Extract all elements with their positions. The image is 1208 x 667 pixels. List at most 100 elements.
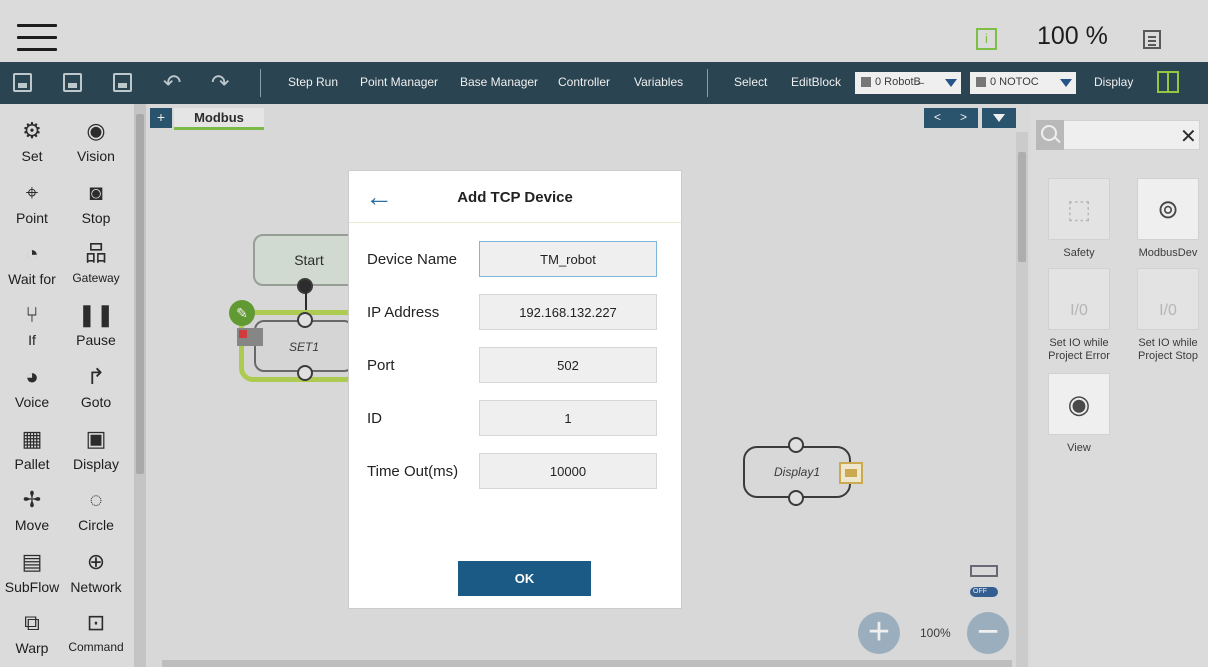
select-button[interactable]: Select — [734, 75, 767, 89]
palette-item-label: If — [28, 332, 36, 348]
back-arrow-icon[interactable]: ← — [365, 181, 393, 213]
palette-item-move[interactable]: ✢ Move — [0, 485, 64, 533]
tab-modbus[interactable]: Modbus — [174, 108, 264, 130]
io-error-icon: I/0 — [1070, 302, 1088, 319]
controller-button[interactable]: Controller — [558, 75, 610, 89]
palette-item-pause[interactable]: ❚❚ Pause — [64, 300, 128, 348]
palette-item-stop[interactable]: ◙ Stop — [64, 178, 128, 226]
palette-item-command[interactable]: ⊡ Command — [64, 608, 128, 654]
palette-item-label: Display — [73, 456, 119, 472]
tab-menu-button[interactable] — [982, 108, 1016, 128]
step-run-button[interactable]: Step Run — [288, 75, 338, 89]
toolbar-divider — [707, 69, 708, 97]
component-set-io-project-error[interactable]: I/0 — [1048, 268, 1110, 330]
display-button[interactable]: Display — [1094, 75, 1133, 89]
io-stop-icon: I/0 — [1159, 302, 1177, 319]
new-project-icon[interactable] — [13, 73, 32, 92]
stop-icon: ◙ — [89, 180, 103, 205]
tool-icon — [976, 77, 986, 87]
base-manager-button[interactable]: Base Manager — [460, 75, 538, 89]
palette-item-label: Warp — [15, 640, 49, 656]
component-set-io-project-stop[interactable]: I/0 — [1137, 268, 1199, 330]
if-icon: ⑂ — [25, 302, 39, 327]
component-label: ModbusDev — [1138, 247, 1198, 259]
robot-base-select[interactable]: 0 RobotB̶ — [855, 72, 961, 94]
palette-item-display[interactable]: ▣ Display — [64, 424, 128, 472]
project-speed[interactable]: 100 % — [1037, 22, 1108, 51]
tab-navigation[interactable]: < > — [924, 108, 978, 128]
save-project-icon[interactable] — [113, 73, 132, 92]
component-label: Set IO while Project Error — [1048, 337, 1110, 362]
palette-item-if[interactable]: ⑂ If — [0, 300, 64, 348]
zoom-in-button[interactable]: + — [858, 612, 900, 654]
pause-icon: ❚❚ — [77, 302, 115, 327]
node-palette: ⚙ Set ◉ Vision ⌖ Point ◙ Stop ◔ Wait for… — [0, 104, 138, 667]
palette-item-label: Voice — [14, 394, 50, 410]
chevron-right-icon[interactable]: > — [960, 110, 967, 124]
editblock-button[interactable]: EditBlock — [791, 75, 841, 89]
edit-node-icon[interactable]: ✎ — [229, 300, 255, 326]
palette-item-network[interactable]: ⊕ Network — [64, 547, 128, 595]
component-modbusdev[interactable]: ⊚ — [1137, 178, 1199, 240]
palette-item-goto[interactable]: ↱ Goto — [64, 362, 128, 410]
modbus-device-icon: ⊚ — [1157, 194, 1179, 224]
component-safety[interactable]: ⬚ — [1048, 178, 1110, 240]
id-field[interactable] — [479, 400, 657, 436]
display-node-input[interactable] — [788, 437, 804, 453]
fit-toggle[interactable]: OFF — [966, 563, 1004, 601]
toolbar-divider — [260, 69, 261, 97]
palette-item-voice[interactable]: ◕ Voice — [0, 362, 64, 410]
info-icon[interactable]: i — [976, 28, 997, 50]
canvas-vertical-scrollbar[interactable] — [1016, 132, 1028, 667]
device-name-label: Device Name — [367, 251, 458, 268]
ip-address-field[interactable] — [479, 294, 657, 330]
timeout-field[interactable] — [479, 453, 657, 489]
log-icon[interactable] — [1143, 30, 1161, 49]
palette-item-pallet[interactable]: ▦ Pallet — [0, 424, 64, 472]
device-name-field[interactable] — [479, 241, 657, 277]
component-label: Set IO while Project Stop — [1138, 337, 1198, 362]
palette-item-label: Set — [21, 148, 43, 164]
palette-item-warp[interactable]: ⧉ Warp — [0, 608, 64, 656]
menu-icon[interactable] — [17, 24, 57, 52]
chevron-left-icon[interactable]: < — [934, 110, 941, 124]
add-tab-button[interactable]: + — [150, 108, 172, 128]
palette-scrollbar[interactable] — [134, 104, 146, 667]
display-node-output[interactable] — [788, 490, 804, 506]
palette-item-gateway[interactable]: 品 Gateway — [64, 239, 128, 285]
point-manager-button[interactable]: Point Manager — [360, 75, 438, 89]
search-icon[interactable] — [1036, 120, 1064, 150]
search-input[interactable] — [1067, 123, 1177, 147]
palette-item-set[interactable]: ⚙ Set — [0, 116, 64, 164]
palette-item-vision[interactable]: ◉ Vision — [64, 116, 128, 164]
toolbar: ↶ ↷ Step Run Point Manager Base Manager … — [0, 62, 1208, 104]
subflow-icon: ▤ — [21, 549, 43, 574]
add-tcp-device-dialog: Add TCP Device ← Device Name IP Address … — [348, 170, 682, 609]
goto-icon: ↱ — [86, 364, 106, 389]
close-icon[interactable]: ✕ — [1180, 124, 1197, 149]
set-node-input[interactable] — [297, 312, 313, 328]
palette-item-point[interactable]: ⌖ Point — [0, 178, 64, 226]
undo-icon[interactable]: ↶ — [163, 70, 181, 96]
toggle-switch[interactable]: OFF — [970, 587, 998, 597]
chevron-down-icon — [1060, 79, 1072, 87]
open-project-icon[interactable] — [63, 73, 82, 92]
port-field[interactable] — [479, 347, 657, 383]
zoom-out-button[interactable]: − — [967, 612, 1009, 654]
redo-icon[interactable]: ↷ — [211, 70, 229, 96]
zoom-level: 100% — [920, 626, 951, 640]
ok-button[interactable]: OK — [458, 561, 591, 596]
robot-base-value: 0 RobotB̶ — [875, 76, 921, 88]
palette-item-wait-for[interactable]: ◔ Wait for — [0, 239, 64, 287]
component-view[interactable]: ◉ — [1048, 373, 1110, 435]
dialog-title: Add TCP Device — [457, 189, 573, 206]
palette-item-subflow[interactable]: ▤ SubFlow — [0, 547, 64, 595]
tool-value: 0 NOTOC — [990, 76, 1039, 88]
palette-item-circle[interactable]: ◌ Circle — [64, 485, 128, 533]
tool-select[interactable]: 0 NOTOC — [970, 72, 1076, 94]
safety-icon: ⬚ — [1066, 194, 1092, 224]
set-node-output[interactable] — [297, 365, 313, 381]
display-panel-icon[interactable] — [1157, 71, 1179, 93]
canvas-horizontal-scrollbar[interactable] — [162, 660, 1012, 667]
variables-button[interactable]: Variables — [634, 75, 683, 89]
